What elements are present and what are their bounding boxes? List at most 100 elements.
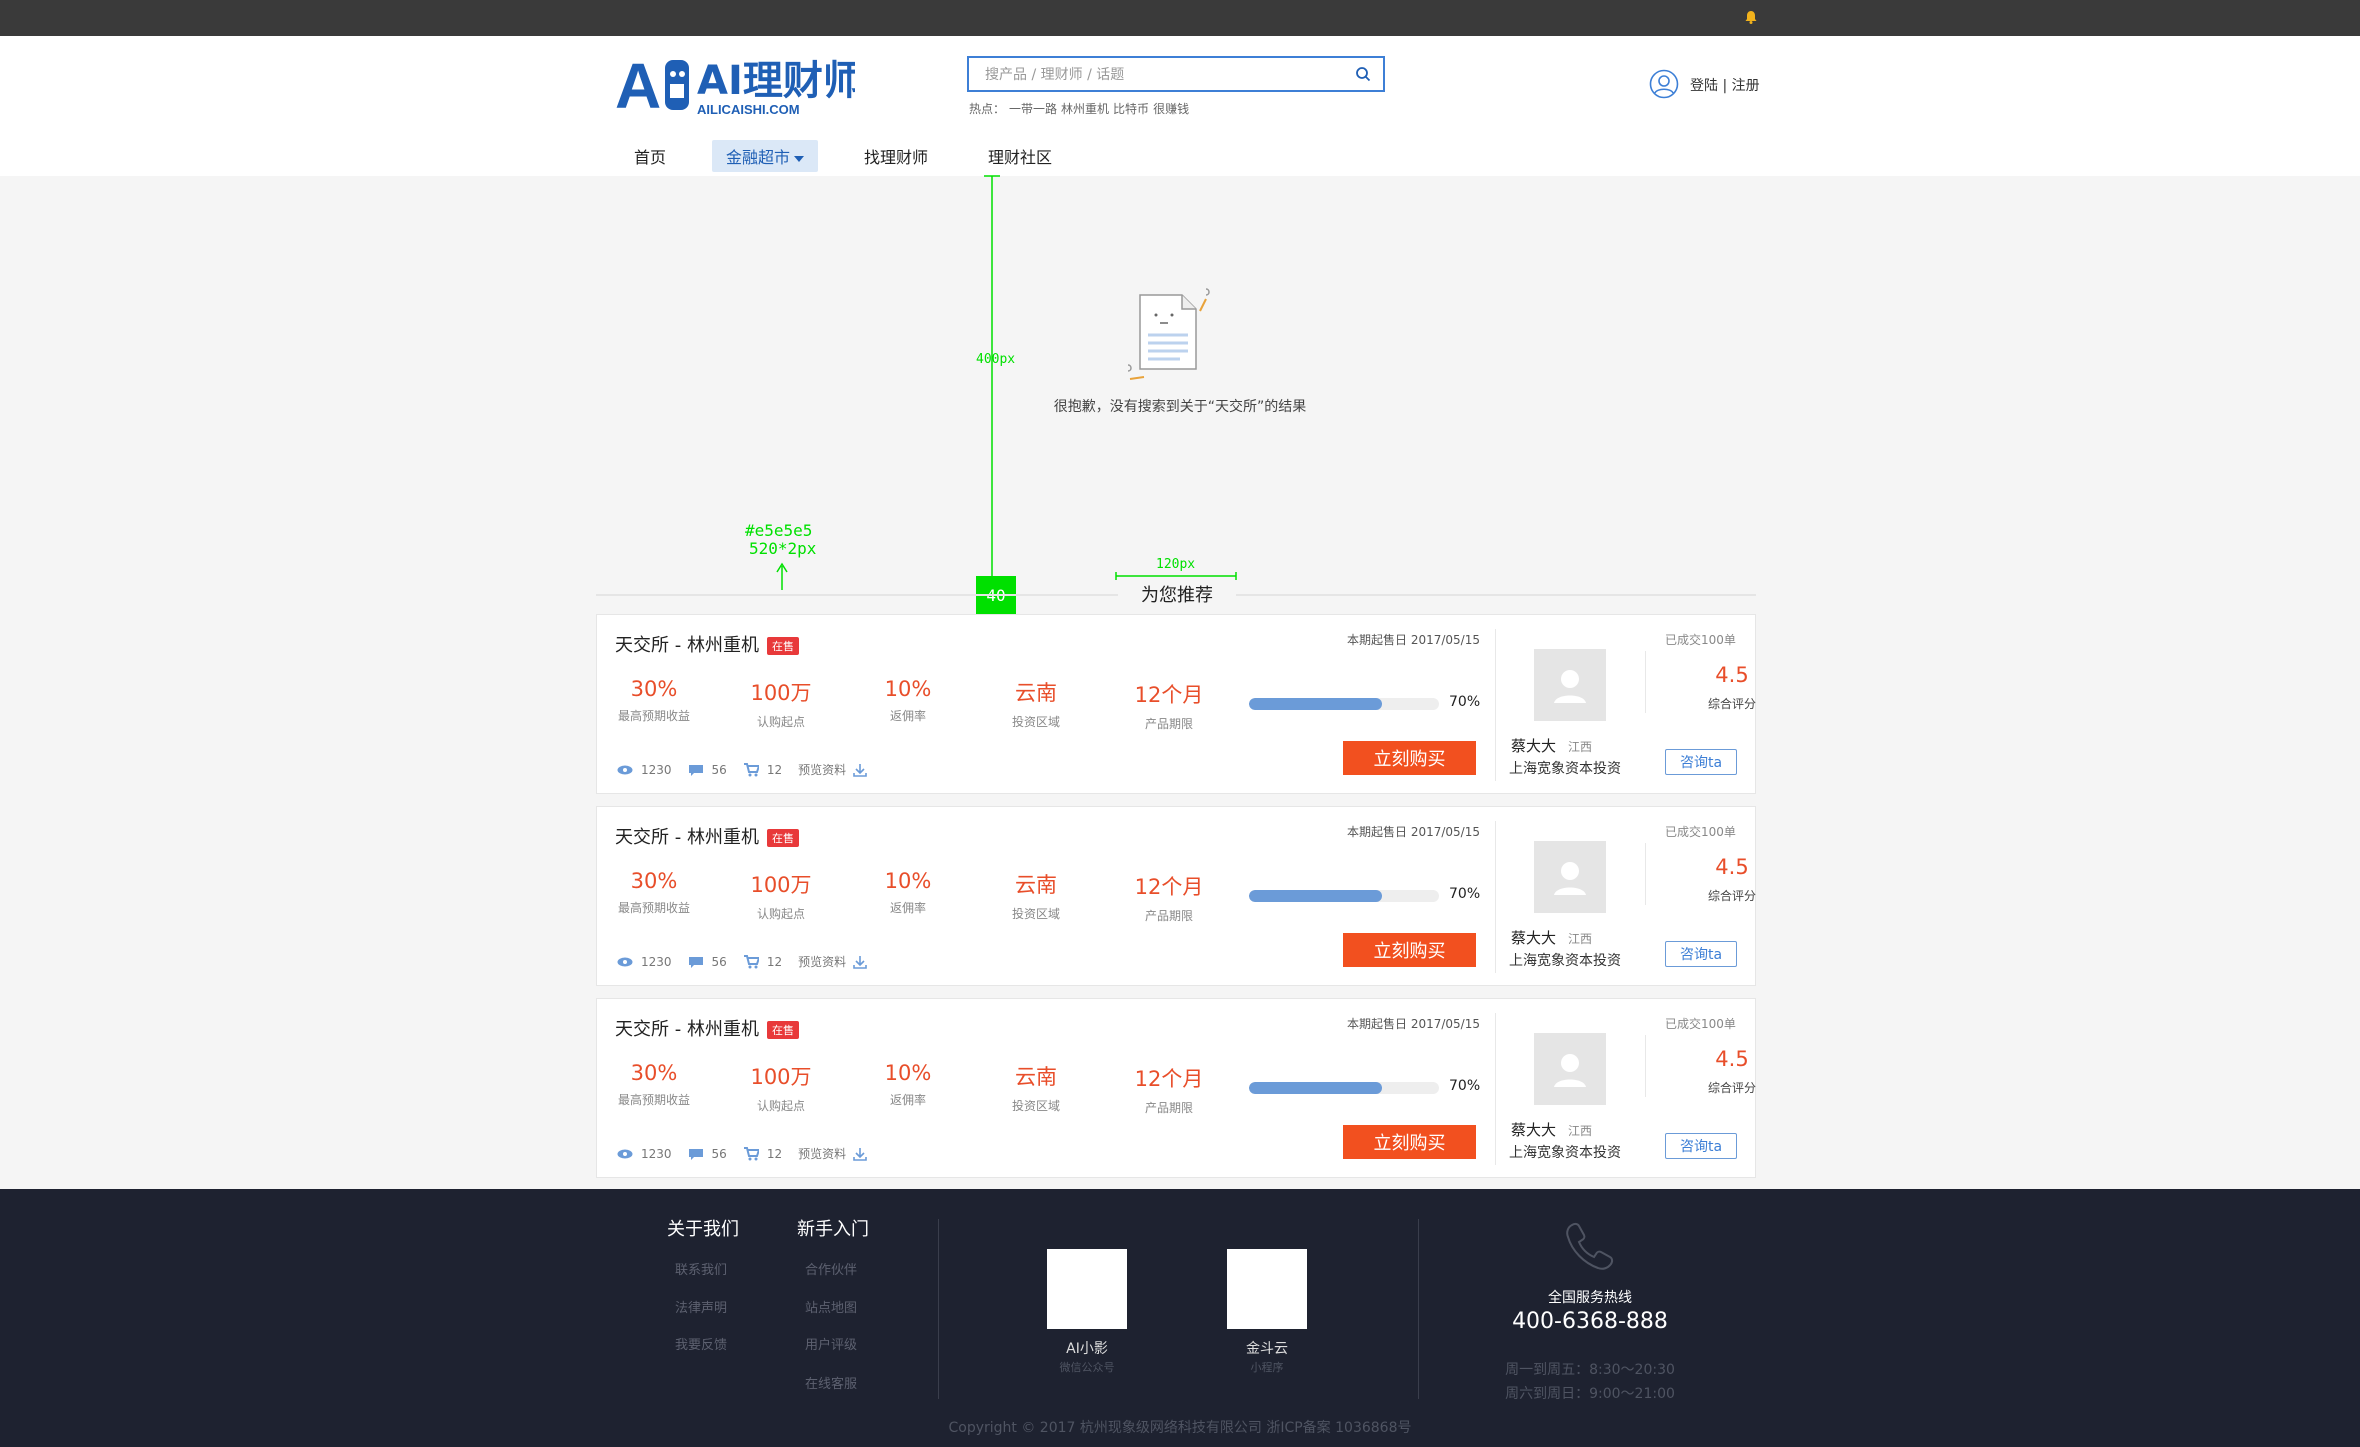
progress-bar	[1249, 1082, 1439, 1094]
consult-button[interactable]: 咨询ta	[1665, 749, 1737, 775]
metric-term: 12个月 产品期限	[1114, 1063, 1224, 1116]
product-stats: 1230 56 12 预览资料	[617, 1145, 892, 1162]
metric-value: 12个月	[1134, 683, 1204, 707]
metric-label: 认购起点	[756, 907, 805, 921]
footer-link-feedback[interactable]: 我要反馈	[675, 1334, 727, 1353]
eye-icon	[617, 957, 633, 966]
metric-label: 最高预期收益	[617, 901, 690, 915]
metric-label: 投资区域	[1011, 907, 1060, 921]
metric-region: 云南 投资区域	[981, 677, 1091, 730]
comment-icon	[688, 1148, 703, 1160]
metric-label: 认购起点	[756, 715, 805, 729]
progress-text: 70%	[1449, 1078, 1481, 1094]
preview-link[interactable]: 预览资料	[798, 1145, 876, 1162]
metric-commission: 10% 返佣率	[853, 677, 963, 724]
product-title-text: 天交所 - 林州重机	[615, 635, 759, 656]
service-hours-weekend: 周六到周日：9:00～21:00	[1505, 1386, 1675, 1402]
comments-stat: 56	[688, 1147, 727, 1161]
metric-yield: 30% 最高预期收益	[599, 1061, 709, 1108]
buy-now-button[interactable]: 立刻购买	[1343, 933, 1476, 967]
metric-label: 产品期限	[1144, 717, 1193, 731]
qr-wechat-sub: 微信公众号	[1059, 1361, 1115, 1374]
metric-value: 100万	[750, 681, 812, 705]
preview-label: 预览资料	[798, 1147, 847, 1161]
metric-label: 投资区域	[1011, 715, 1060, 729]
download-icon	[853, 955, 867, 969]
product-card: 天交所 - 林州重机 在售 本期起售日 2017/05/15 30% 最高预期收益 …	[596, 998, 1756, 1178]
advisor-name-text: 蔡大大	[1511, 1121, 1557, 1139]
advisor-avatar[interactable]	[1534, 1033, 1606, 1105]
metric-min-buy: 100万认购起点	[726, 1061, 836, 1114]
status-badge: 在售	[766, 637, 799, 655]
advisor-score: 4.5	[1715, 1047, 1749, 1071]
qr-miniapp-name: 金斗云	[1246, 1341, 1288, 1357]
recommend-title: 为您推荐	[1118, 582, 1236, 610]
preview-link[interactable]: 预览资料	[798, 761, 876, 778]
empty-document-icon	[1127, 288, 1210, 380]
status-badge: 在售	[766, 1021, 799, 1039]
eye-icon	[617, 765, 633, 774]
height-annotation: 400px	[976, 352, 1016, 367]
product-card: 天交所 - 林州重机 在售 本期起售日 2017/05/15 30% 最高预期收益 …	[596, 806, 1756, 986]
site-footer: 关于我们 联系我们 法律声明 我要反馈 新手入门 合作伙伴 站点地图 用户评级 …	[0, 1189, 2360, 1447]
metric-label: 认购起点	[756, 1099, 805, 1113]
cart-count: 12	[766, 954, 783, 969]
consult-button[interactable]: 咨询ta	[1665, 941, 1737, 967]
width-annotation: 120px	[1156, 557, 1196, 572]
advisor-location: 江西	[1568, 740, 1593, 754]
advisor-avatar[interactable]	[1534, 649, 1606, 721]
footer-link-support[interactable]: 在线客服	[805, 1373, 857, 1392]
preview-link[interactable]: 预览资料	[798, 953, 876, 970]
metric-label: 最高预期收益	[617, 709, 690, 723]
consult-button[interactable]: 咨询ta	[1665, 1133, 1737, 1159]
advisor-name[interactable]: 蔡大大 江西	[1511, 927, 1592, 948]
metric-term: 12个月 产品期限	[1114, 871, 1224, 924]
cart-icon	[743, 1146, 759, 1160]
advisor-company: 上海宽象资本投资	[1509, 953, 1621, 969]
footer-separator	[938, 1219, 939, 1399]
comments-stat: 56	[688, 955, 727, 969]
footer-link-contact[interactable]: 联系我们	[675, 1259, 727, 1278]
card-separator	[1495, 821, 1496, 973]
qr-code-wechat	[1047, 1249, 1127, 1329]
qr-code-miniapp	[1227, 1249, 1307, 1329]
metric-commission: 10% 返佣率	[853, 1061, 963, 1108]
comment-icon	[688, 764, 703, 776]
metric-commission: 10% 返佣率	[853, 869, 963, 916]
advisor-deals: 已成交100单	[1665, 1017, 1736, 1031]
metric-value: 100万	[750, 1065, 812, 1089]
footer-separator	[1418, 1219, 1419, 1399]
buy-now-button[interactable]: 立刻购买	[1343, 741, 1476, 775]
footer-link-legal[interactable]: 法律声明	[675, 1297, 727, 1316]
product-title[interactable]: 天交所 - 林州重机 在售	[615, 1015, 799, 1041]
copyright-text: Copyright © 2017 杭州现象级网络科技有限公司 浙ICP备案 10…	[948, 1420, 1412, 1436]
footer-link-partners[interactable]: 合作伙伴	[805, 1259, 857, 1278]
metric-value: 100万	[750, 873, 812, 897]
buy-now-button[interactable]: 立刻购买	[1343, 1125, 1476, 1159]
metric-label: 返佣率	[889, 1093, 926, 1107]
comments-count: 56	[711, 954, 727, 969]
views-count: 1230	[641, 762, 672, 777]
metric-value: 30%	[630, 869, 678, 893]
metric-value: 12个月	[1134, 875, 1204, 899]
footer-link-rating[interactable]: 用户评级	[805, 1334, 857, 1353]
hotline-number: 400-6368-888	[1512, 1309, 1668, 1334]
comments-count: 56	[711, 1146, 727, 1161]
card-separator	[1495, 1013, 1496, 1165]
advisor-avatar[interactable]	[1534, 841, 1606, 913]
progress-bar	[1249, 890, 1439, 902]
service-hours-weekday: 周一到周五：8:30～20:30	[1505, 1362, 1675, 1378]
advisor-name[interactable]: 蔡大大 江西	[1511, 735, 1592, 756]
views-stat: 1230	[617, 955, 672, 969]
views-count: 1230	[641, 954, 672, 969]
views-stat: 1230	[617, 763, 672, 777]
product-title[interactable]: 天交所 - 林州重机 在售	[615, 631, 799, 657]
sale-date: 本期起售日 2017/05/15	[1347, 1017, 1480, 1031]
advisor-name-text: 蔡大大	[1511, 929, 1557, 947]
views-stat: 1230	[617, 1147, 672, 1161]
metric-label: 返佣率	[889, 901, 926, 915]
advisor-name[interactable]: 蔡大大 江西	[1511, 1119, 1592, 1140]
product-title[interactable]: 天交所 - 林州重机 在售	[615, 823, 799, 849]
product-card: 天交所 - 林州重机 在售 本期起售日 2017/05/15 30% 最高预期收益 …	[596, 614, 1756, 794]
footer-link-sitemap[interactable]: 站点地图	[805, 1297, 857, 1316]
